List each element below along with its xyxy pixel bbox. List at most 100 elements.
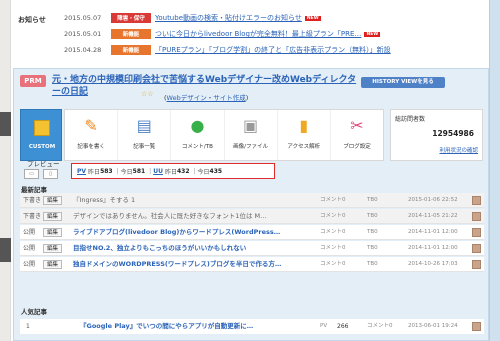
article-row: 公開 編集 独自ドメインのWORDPRESS(ワードプレス)ブログを半日で作る方… bbox=[20, 257, 484, 272]
notice-link[interactable]: ついに今日からlivedoor Blogが完全無料！最上級プラン「PRE… bbox=[155, 29, 361, 39]
article-trackbacks[interactable]: TB0 bbox=[367, 225, 378, 240]
wrench-icon: ✂ bbox=[350, 116, 364, 135]
article-row: 公開 編集 ライブドアブログ(livedoor Blog)からワードプレス(Wo… bbox=[20, 225, 484, 240]
article-date: 2014-11-01 12:00 bbox=[408, 229, 458, 235]
tool-label: 記事一覧 bbox=[133, 144, 156, 150]
yesterday-label: 昨日 bbox=[164, 168, 177, 176]
left-edge-strip bbox=[0, 0, 11, 341]
comment-tb-button[interactable]: ● コメント/TB bbox=[171, 110, 225, 160]
notice-link[interactable]: Youtube動画の検索・貼付けエラーのお知らせ bbox=[155, 13, 302, 23]
article-trackbacks[interactable]: TB0 bbox=[367, 193, 378, 208]
left-edge-block bbox=[0, 238, 11, 262]
notices-title: お知らせ bbox=[18, 16, 46, 24]
notice-tag: 障害・保守 bbox=[111, 13, 151, 23]
history-view-button[interactable]: HISTORY VIEWを見る bbox=[361, 77, 445, 88]
today-label: 今日 bbox=[197, 168, 210, 176]
article-status: 公開 bbox=[23, 261, 36, 268]
article-row: 公開 編集 目指せNO.2、独立よりもこっちのほうがいいかもしれない コメント0… bbox=[20, 241, 484, 256]
article-title-link[interactable]: デザインではありません。社会人に既た好きなフォント1位は M… bbox=[73, 209, 313, 224]
popular-articles-title: 人気記事 bbox=[21, 308, 47, 316]
custom-label: CUSTOM bbox=[28, 144, 56, 150]
edit-button[interactable]: 編集 bbox=[43, 228, 63, 237]
usage-status-link[interactable]: 利用状況の確認 bbox=[439, 146, 478, 154]
article-status: 下書き bbox=[23, 213, 42, 220]
edit-button[interactable]: 編集 bbox=[43, 212, 63, 221]
chart-icon: ▮ bbox=[299, 116, 309, 135]
article-date: 2015-01-06 22:52 bbox=[408, 197, 458, 203]
article-title-link[interactable]: 目指せNO.2、独立よりもこっちのほうがいいかもしれない bbox=[73, 241, 313, 256]
notice-date: 2015.05.01 bbox=[64, 30, 102, 38]
article-trackbacks[interactable]: TB0 bbox=[367, 257, 378, 272]
tool-label: コメント/TB bbox=[181, 144, 213, 150]
star-rating: ☆☆ bbox=[141, 90, 154, 98]
pv-yesterday-value: 583 bbox=[100, 167, 113, 175]
notice-tag: 新機能 bbox=[111, 29, 151, 39]
article-trackbacks[interactable]: TB0 bbox=[367, 241, 378, 256]
popular-title-link[interactable]: 『Google Play』でいつの間にやらアプリが自動更新に… bbox=[80, 319, 253, 334]
article-title-link[interactable]: ライブドアブログ(livedoor Blog)からワードプレス(WordPres… bbox=[73, 225, 313, 240]
image-file-button[interactable]: ▣ 画像/ファイル bbox=[225, 110, 278, 160]
notice-tag: 新機能 bbox=[111, 45, 151, 55]
article-comments[interactable]: コメント0 bbox=[320, 193, 346, 208]
popular-date: 2013-06-01 19:24 bbox=[408, 323, 458, 329]
article-comments[interactable]: コメント0 bbox=[320, 241, 346, 256]
premium-badge: PRM bbox=[20, 75, 46, 87]
separator: | bbox=[193, 167, 196, 175]
edit-button[interactable]: 編集 bbox=[43, 260, 63, 269]
yesterday-label: 昨日 bbox=[88, 168, 101, 176]
dashboard-page: お知らせ 2015.05.07 障害・保守 Youtube動画の検索・貼付けエラ… bbox=[0, 0, 500, 341]
write-article-button[interactable]: ✎ 記事を書く bbox=[65, 110, 119, 160]
notice-date: 2015.04.28 bbox=[64, 46, 102, 54]
blog-settings-button[interactable]: ✂ ブログ設定 bbox=[331, 110, 383, 160]
custom-button[interactable]: CUSTOM bbox=[20, 109, 62, 161]
article-title-link[interactable]: 『Ingress』そする 1 bbox=[73, 193, 313, 208]
notices-section: お知らせ 2015.05.07 障害・保守 Youtube動画の検索・貼付けエラ… bbox=[13, 10, 489, 62]
separator: | bbox=[149, 167, 152, 175]
article-row: 下書き 編集 『Ingress』そする 1 コメント0 TB0 2015-01-… bbox=[20, 193, 484, 208]
tool-label: ブログ設定 bbox=[343, 144, 371, 150]
article-status: 公開 bbox=[23, 229, 36, 236]
comment-icon: ● bbox=[190, 116, 205, 135]
article-row: 下書き 編集 デザインではありません。社会人に既た好きなフォント1位は M… コ… bbox=[20, 209, 484, 224]
right-edge-strip bbox=[489, 0, 500, 341]
author-avatar bbox=[472, 260, 481, 269]
access-analysis-button[interactable]: ▮ アクセス解析 bbox=[278, 110, 331, 160]
article-trackbacks[interactable]: TB0 bbox=[367, 209, 378, 224]
pv-today-value: 581 bbox=[132, 167, 146, 175]
notice-row: 2015.05.07 障害・保守 Youtube動画の検索・貼付けエラーのお知ら… bbox=[64, 12, 321, 24]
article-date: 2014-10-26 17:03 bbox=[408, 261, 458, 267]
edit-button[interactable]: 編集 bbox=[43, 244, 63, 253]
new-badge: NEW bbox=[304, 15, 321, 21]
separator: | bbox=[116, 167, 119, 175]
popular-rank: 1 bbox=[26, 323, 30, 330]
tool-label: 画像/ファイル bbox=[233, 144, 269, 150]
edit-button[interactable]: 編集 bbox=[43, 196, 63, 205]
visitors-count: 12954986 bbox=[432, 129, 474, 138]
popular-comments[interactable]: コメント0 bbox=[367, 319, 393, 334]
pv-label[interactable]: PV bbox=[77, 168, 86, 175]
category-link[interactable]: Webデザイン・サイト作成 bbox=[167, 94, 246, 102]
left-edge-block bbox=[0, 112, 11, 136]
author-avatar bbox=[472, 212, 481, 221]
pc-preview-icon[interactable]: ▭ bbox=[24, 169, 39, 179]
article-date: 2014-11-05 21:22 bbox=[408, 213, 458, 219]
tool-label: アクセス解析 bbox=[287, 144, 321, 150]
today-label: 今日 bbox=[120, 168, 133, 176]
notice-link[interactable]: 「PUREプラン」「ブログ学割」の終了と「広告非表示プラン（無料）」新設 bbox=[155, 45, 391, 55]
article-comments[interactable]: コメント0 bbox=[320, 257, 346, 272]
mobile-preview-icon[interactable]: ▯ bbox=[43, 169, 58, 179]
author-avatar bbox=[472, 322, 481, 331]
article-status: 下書き bbox=[23, 197, 42, 204]
pencil-icon: ✎ bbox=[84, 116, 98, 135]
article-list-button[interactable]: ▤ 記事一覧 bbox=[118, 110, 172, 160]
uu-yesterday-value: 432 bbox=[176, 167, 190, 175]
document-icon: ▤ bbox=[136, 116, 152, 135]
blog-panel: PRM 元・地方の中規模印刷会社で苦悩するWebデザイナー改めWebディレクター… bbox=[13, 68, 489, 341]
image-icon: ▣ bbox=[243, 116, 259, 135]
access-stats: PV 昨日 583 | 今日 581 | UU 昨日 432 | 今日 435 bbox=[71, 163, 275, 179]
author-avatar bbox=[472, 228, 481, 237]
article-comments[interactable]: コメント0 bbox=[320, 209, 346, 224]
article-comments[interactable]: コメント0 bbox=[320, 225, 346, 240]
article-title-link[interactable]: 独自ドメインのWORDPRESS(ワードプレス)ブログを半日で作る方… bbox=[73, 257, 313, 272]
uu-label[interactable]: UU bbox=[153, 168, 163, 175]
